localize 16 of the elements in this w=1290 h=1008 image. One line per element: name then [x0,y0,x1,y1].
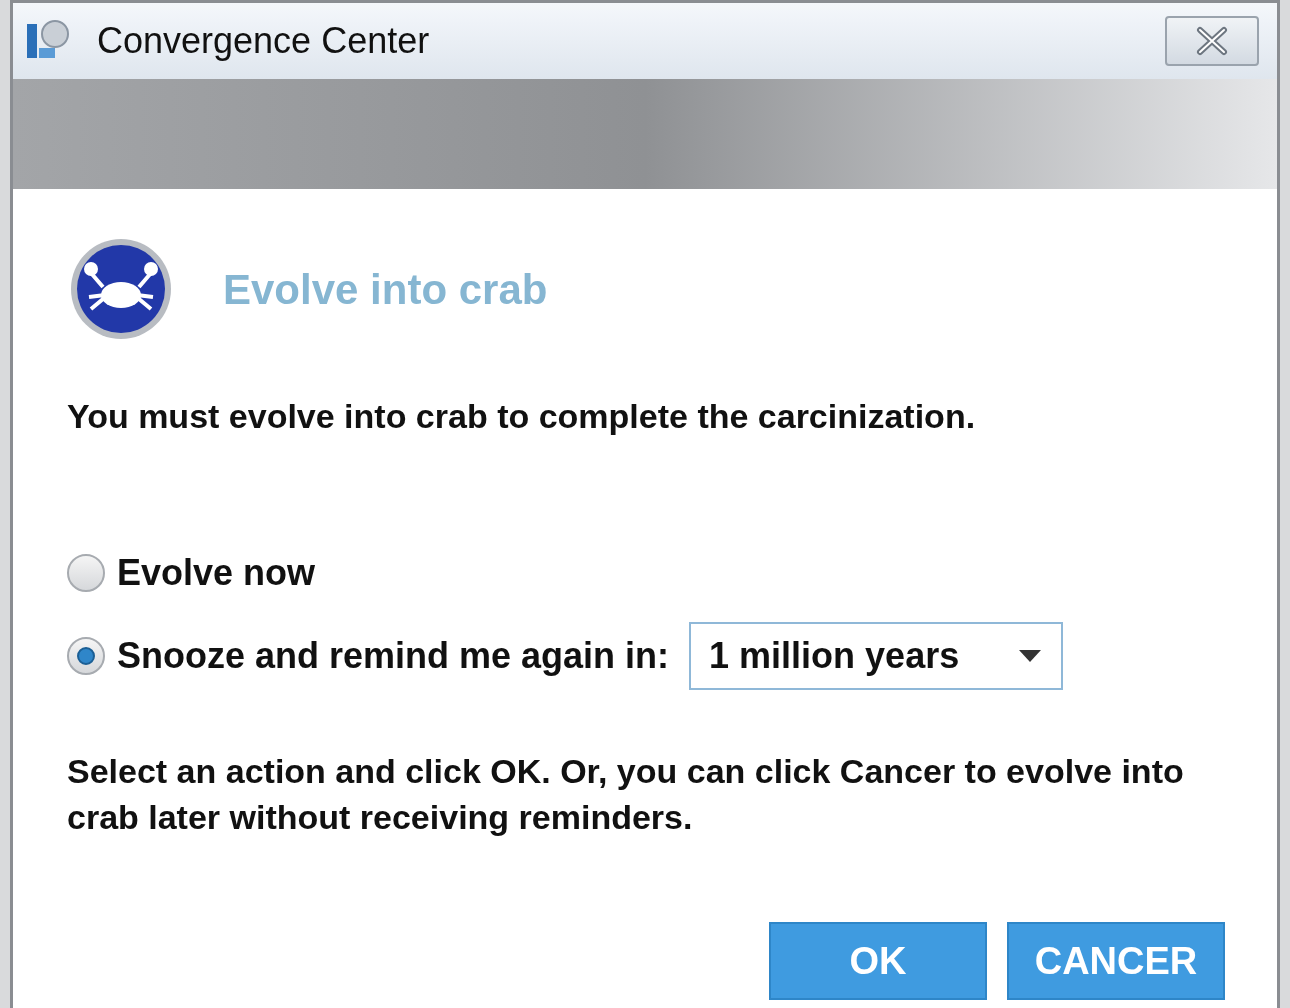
radio-button[interactable] [67,554,105,592]
option-label: Snooze and remind me again in: [117,634,670,678]
radio-button[interactable] [67,637,105,675]
close-button[interactable] [1165,16,1259,66]
message-text: You must evolve into crab to complete the carcinization. [67,396,977,437]
dialog-heading: Evolve into crab [223,264,548,315]
dialog-button[interactable]: OK [769,922,987,1000]
crab-icon [69,237,173,341]
instruction-text: Select an action and click OK. Or, you can click Cancer to evolve into crab later without receiving reminders. [67,751,1185,838]
duration-dropdown[interactable]: 1 million years [689,622,1064,690]
close-icon [1195,26,1229,56]
window-title: Convergence Center [97,19,430,63]
dialog-button[interactable]: CANCER [1007,922,1225,1000]
dropdown-value: 1 million years [709,634,961,678]
option-label: Evolve now [117,551,316,595]
caret-icon [1019,650,1042,662]
